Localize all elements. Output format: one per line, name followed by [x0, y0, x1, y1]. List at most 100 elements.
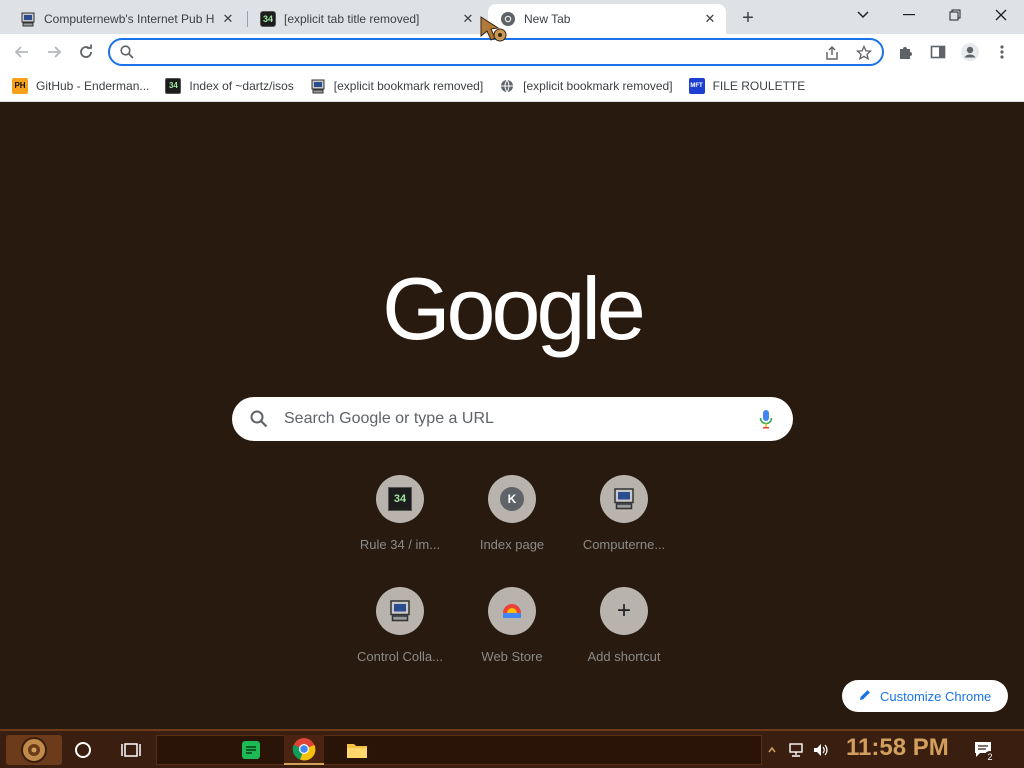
- network-tray-icon[interactable]: [786, 735, 808, 765]
- notification-count-badge: 2: [984, 751, 996, 763]
- tab-computernewb[interactable]: Computernewb's Internet Pub H ✕: [8, 4, 244, 34]
- bookmark-label: [explicit bookmark removed]: [333, 78, 484, 93]
- new-tab-button[interactable]: +: [736, 6, 760, 30]
- shortcut-control-colla[interactable]: Control Colla...: [344, 571, 456, 681]
- minimize-icon[interactable]: [886, 0, 932, 30]
- tab-search-chevron-icon[interactable]: [840, 0, 886, 30]
- close-window-icon[interactable]: [978, 0, 1024, 30]
- bookmark-file-roulette[interactable]: MFT FILE ROULETTE: [688, 77, 806, 94]
- close-tab-icon[interactable]: ✕: [460, 11, 476, 27]
- cortana-button[interactable]: [66, 735, 100, 765]
- shortcut-label: Index page: [479, 537, 545, 552]
- taskbar-notes-app[interactable]: [234, 735, 268, 765]
- bookmark-star-icon[interactable]: [854, 43, 874, 63]
- computer-icon: [388, 598, 412, 625]
- reload-button[interactable]: [72, 38, 100, 66]
- search-icon: [120, 45, 134, 62]
- forward-button[interactable]: [40, 38, 68, 66]
- web-store-icon: [501, 601, 523, 622]
- tab-new-tab[interactable]: New Tab ✕: [488, 4, 726, 34]
- shortcut-label: Add shortcut: [587, 649, 661, 664]
- ntp-search-box[interactable]: Search Google or type a URL: [232, 397, 793, 441]
- customize-chrome-button[interactable]: Customize Chrome: [842, 680, 1008, 712]
- mouse-cursor-icon: [478, 14, 512, 48]
- shortcut-tile[interactable]: 34 Rule 34 / im...: [344, 459, 456, 569]
- bookmark-label: [explicit bookmark removed]: [523, 78, 673, 93]
- chevron-up-icon: [768, 746, 776, 753]
- computer-icon: [310, 78, 326, 94]
- network-icon: [789, 743, 803, 757]
- shortcut-label: Control Colla...: [357, 649, 443, 664]
- show-hidden-icons-chevron[interactable]: [766, 735, 778, 765]
- microphone-icon[interactable]: [759, 409, 773, 432]
- globe-icon: [499, 78, 515, 94]
- profile-avatar-icon[interactable]: [956, 38, 984, 66]
- browser-toolbar: [0, 34, 1024, 70]
- mft-icon: MFT: [688, 77, 705, 94]
- tab-title: New Tab: [524, 12, 571, 26]
- computer-icon: [20, 11, 36, 27]
- search-placeholder: Search Google or type a URL: [284, 410, 494, 427]
- 34-icon: 34: [165, 77, 182, 94]
- address-input[interactable]: [140, 42, 800, 62]
- folder-icon: [347, 744, 367, 758]
- action-center-button[interactable]: 2: [970, 735, 998, 765]
- bookmark-index-dartz[interactable]: 34 Index of ~dartz/isos: [165, 77, 294, 94]
- letter-k-icon: K: [500, 487, 524, 511]
- back-button[interactable]: [8, 38, 36, 66]
- taskbar: 11:58 PM 2: [0, 729, 1024, 768]
- shortcut-computernewb[interactable]: Computerne...: [568, 459, 680, 569]
- shortcut-icon-circle: +: [600, 587, 648, 635]
- shortcut-icon-circle: K: [488, 475, 536, 523]
- task-view-icon: [121, 743, 141, 757]
- computer-icon: [612, 486, 636, 513]
- extensions-icon[interactable]: [892, 38, 920, 66]
- restore-icon[interactable]: [932, 0, 978, 30]
- notes-app-icon: [242, 741, 260, 759]
- bookmark-label: FILE ROULETTE: [712, 78, 806, 93]
- pencil-icon: [858, 688, 872, 705]
- taskbar-file-explorer[interactable]: [340, 735, 374, 765]
- shortcut-label: Web Store: [481, 649, 543, 664]
- 34-icon: 34: [260, 11, 276, 27]
- shortcut-index-page[interactable]: K Index page: [456, 459, 568, 569]
- volume-tray-icon[interactable]: [810, 735, 832, 765]
- 34-icon: 34: [388, 487, 412, 511]
- google-logo: Google: [382, 259, 646, 358]
- bookmark-label: GitHub - Enderman...: [36, 78, 150, 93]
- plus-icon: +: [616, 597, 631, 624]
- customize-label: Customize Chrome: [880, 688, 992, 704]
- bookmark-third[interactable]: [explicit bookmark removed]: [310, 78, 483, 94]
- bookmark-fourth[interactable]: [explicit bookmark removed]: [499, 78, 673, 94]
- chrome-icon: [292, 738, 316, 761]
- bookmark-github[interactable]: PH GitHub - Enderman...: [12, 77, 150, 94]
- shortcut-icon-circle: [376, 587, 424, 635]
- shortcut-icon-circle: [600, 475, 648, 523]
- taskbar-clock[interactable]: 11:58 PM: [846, 734, 949, 762]
- task-view-button[interactable]: [114, 735, 148, 765]
- circle-icon: [75, 742, 91, 758]
- ph-icon: PH: [12, 77, 28, 94]
- tab-title: Computernewb's Internet Pub H: [44, 12, 215, 26]
- tab-second[interactable]: 34 [explicit tab title removed] ✕: [248, 4, 484, 34]
- bookmark-label: Index of ~dartz/isos: [189, 78, 294, 93]
- side-panel-icon[interactable]: [924, 38, 952, 66]
- shortcut-label: Computerne...: [582, 537, 666, 552]
- tab-strip: Computernewb's Internet Pub H ✕ 34 [expl…: [0, 0, 1024, 34]
- menu-kebab-icon[interactable]: [988, 38, 1016, 66]
- shortcut-icon-circle: 34: [376, 475, 424, 523]
- close-tab-icon[interactable]: ✕: [702, 11, 718, 27]
- taskbar-chrome-app[interactable]: [284, 735, 324, 765]
- share-icon[interactable]: [822, 43, 842, 63]
- speaker-icon: [814, 744, 828, 756]
- start-button[interactable]: [6, 735, 62, 765]
- close-tab-icon[interactable]: ✕: [220, 11, 236, 27]
- gear-icon: [21, 737, 47, 763]
- new-tab-page: Google Search Google or type a URL 34 Ru…: [0, 103, 1024, 729]
- bookmarks-bar: PH GitHub - Enderman... 34 Index of ~dar…: [0, 70, 1024, 102]
- tab-title: [explicit tab title removed]: [284, 12, 420, 26]
- search-icon: [250, 410, 268, 431]
- shortcut-label: Rule 34 / im...: [359, 537, 441, 552]
- shortcut-web-store[interactable]: Web Store: [456, 571, 568, 681]
- add-shortcut-button[interactable]: + Add shortcut: [568, 571, 680, 681]
